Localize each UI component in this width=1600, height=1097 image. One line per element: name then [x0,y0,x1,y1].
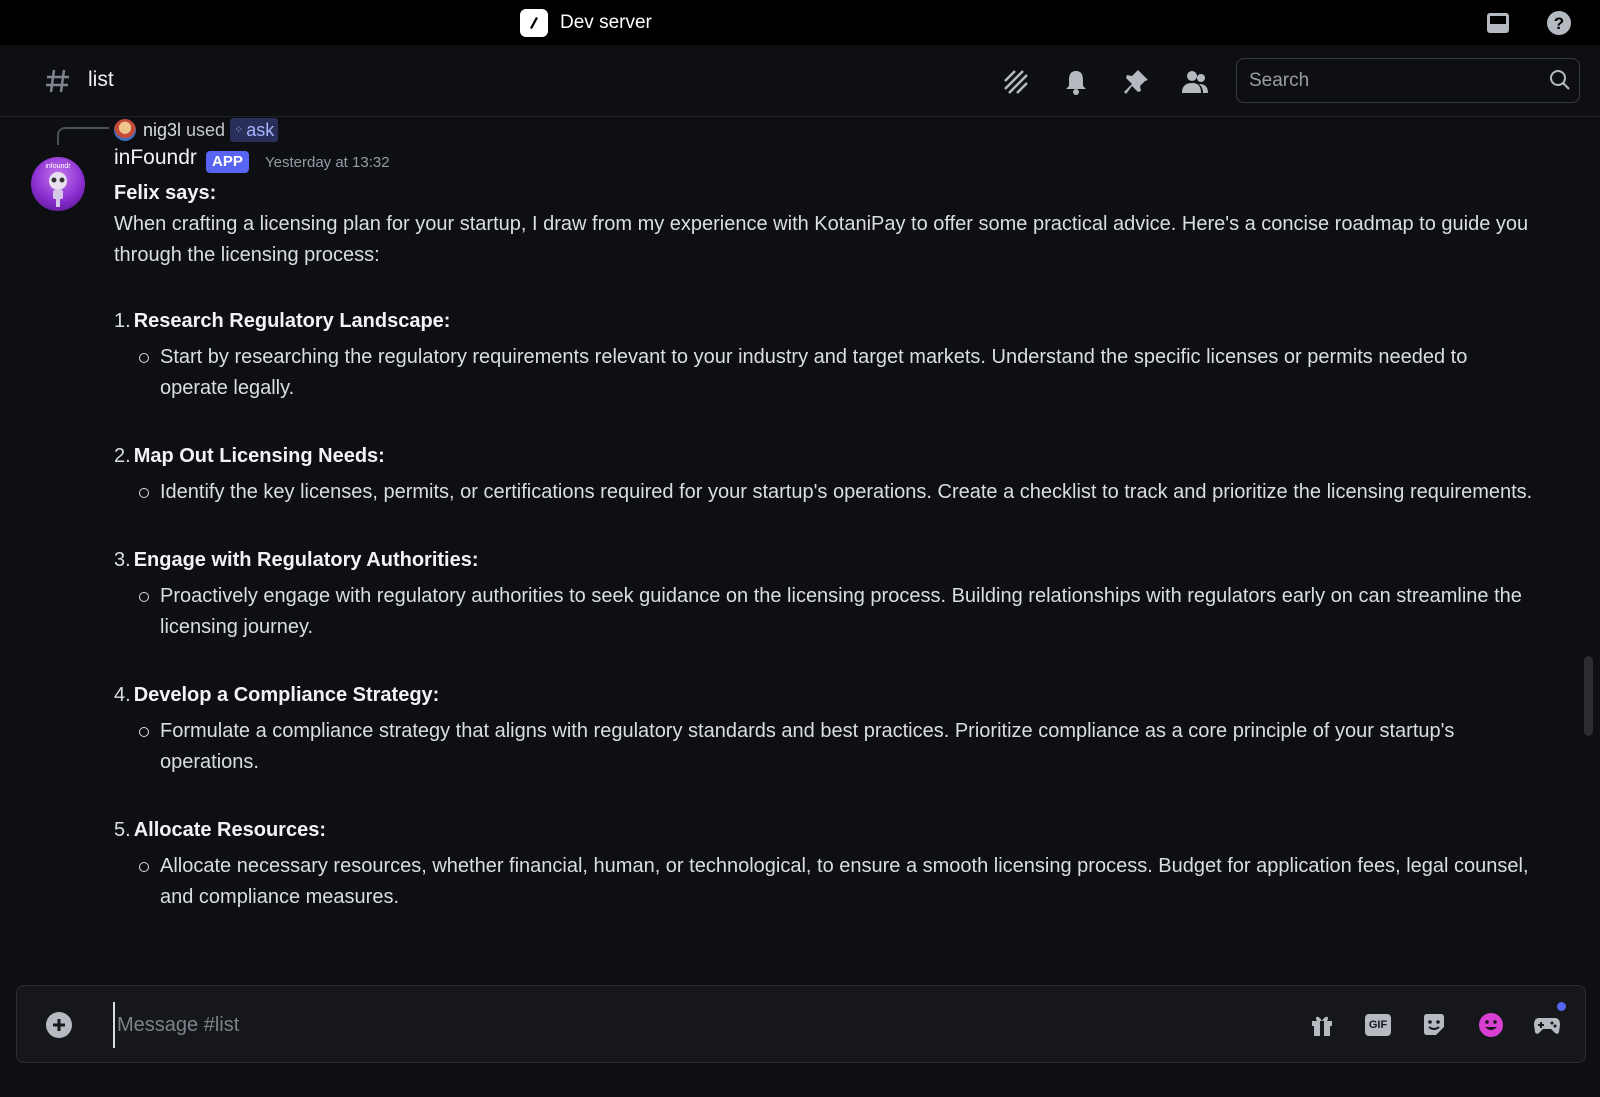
search-input[interactable] [1249,59,1539,102]
reply-used-label: used [186,119,226,140]
step-detail: Proactively engage with regulatory autho… [160,585,1522,638]
list-item: 2. Map Out Licensing Needs: Identify the … [114,441,1534,508]
app-badge: APP [206,151,249,173]
message-content: Felix says: When crafting a licensing pl… [114,178,1534,950]
reply-connector [57,127,109,145]
notification-dot [1557,1002,1566,1011]
list-item: 4. Develop a Compliance Strategy: Formula… [114,680,1534,778]
command-chip[interactable]: ⁘ ask [230,118,279,142]
server-title: Dev server [520,9,652,37]
step-number: 5. [114,819,131,841]
step-title: Map Out Licensing Needs: [133,445,385,467]
message-timestamp[interactable]: Yesterday at 13:32 [265,154,390,171]
says-heading: Felix says: [114,182,217,204]
step-detail: Identify the key licenses, permits, or c… [160,481,1533,503]
bullet-icon [139,353,149,363]
emoji-icon[interactable] [1476,1010,1506,1040]
command-reply-context[interactable]: nig3l used ⁘ ask [114,117,279,143]
step-detail: Allocate necessary resources, whether fi… [160,855,1529,908]
bullet-icon [139,592,149,602]
intro-paragraph: When crafting a licensing plan for your … [114,213,1529,266]
channel-header: list [0,45,1600,117]
reply-avatar[interactable] [114,119,136,141]
step-title: Engage with Regulatory Authorities: [133,549,479,571]
gift-icon[interactable] [1307,1010,1337,1040]
step-number: 4. [114,684,131,706]
bell-icon[interactable] [1061,67,1091,97]
threads-icon[interactable] [1001,67,1031,97]
pin-icon[interactable] [1121,67,1151,97]
step-number: 2. [114,445,131,467]
hash-icon [44,67,72,95]
game-controller-icon[interactable] [1532,1010,1562,1040]
channel-name: list [88,68,114,91]
step-number: 3. [114,549,131,571]
svg-text:infoundr: infoundr [45,163,71,170]
message-composer: GIF [16,985,1586,1063]
list-item: 3. Engage with Regulatory Authorities: Pr… [114,545,1534,643]
step-title: Research Regulatory Landscape: [133,310,451,332]
message-input[interactable] [113,1002,1263,1048]
avatar[interactable]: infoundr [31,157,85,211]
bullet-icon [139,488,149,498]
message-list[interactable]: nig3l used ⁘ ask infoundr inFoundr APP Y… [0,117,1600,982]
reply-username[interactable]: nig3l [143,120,181,141]
inbox-icon[interactable] [1485,10,1511,36]
step-number: 1. [114,310,131,332]
step-title: Allocate Resources: [133,819,326,841]
list-item: 5. Allocate Resources: Allocate necessary… [114,815,1534,913]
bullet-icon [139,727,149,737]
gif-label: GIF [1365,1014,1391,1036]
svg-text:?: ? [1554,14,1564,33]
step-detail: Formulate a compliance strategy that ali… [160,720,1455,773]
server-logo-icon [520,9,548,37]
search-box[interactable] [1236,58,1580,103]
step-title: Develop a Compliance Strategy: [133,684,440,706]
step-detail: Start by researching the regulatory requ… [160,346,1468,399]
members-icon[interactable] [1180,67,1210,97]
message-author[interactable]: inFoundr [114,146,197,170]
list-item: 1. Research Regulatory Landscape: Start b… [114,306,1534,404]
sticker-icon[interactable] [1419,1010,1449,1040]
server-name: Dev server [560,12,652,33]
scrollbar-thumb[interactable] [1584,656,1593,736]
help-icon[interactable]: ? [1546,10,1572,36]
gif-button[interactable]: GIF [1363,1010,1393,1040]
slash-command-icon: ⁘ [234,123,243,136]
title-bar: Dev server ? [0,0,1600,45]
search-icon[interactable] [1549,69,1571,91]
bullet-icon [139,862,149,872]
steps-list: 1. Research Regulatory Landscape: Start b… [114,306,1534,913]
add-attachment-button[interactable] [45,1011,73,1039]
command-name: ask [246,119,275,140]
